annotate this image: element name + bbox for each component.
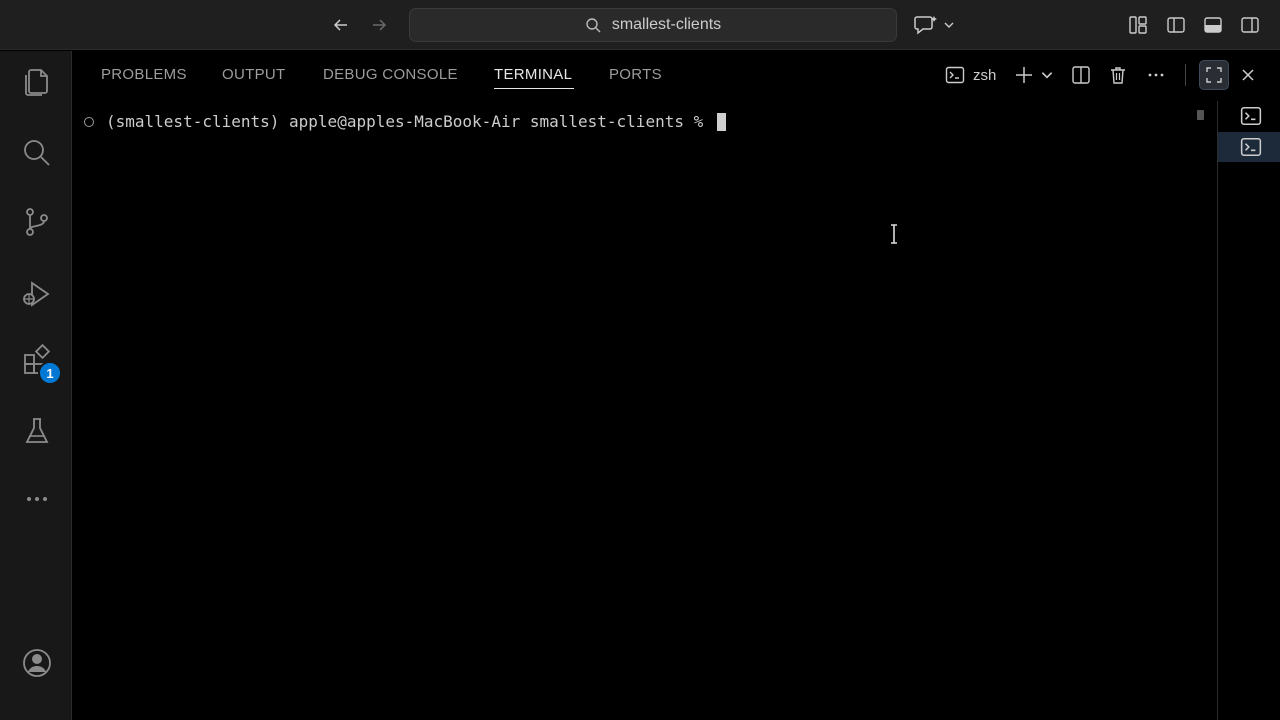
copilot-menu-button[interactable]	[913, 12, 959, 38]
terminal-tab-1[interactable]	[1218, 101, 1280, 131]
maximize-panel-button[interactable]	[1199, 60, 1229, 90]
source-control-button[interactable]	[14, 199, 60, 245]
terminal-icon	[1240, 106, 1262, 126]
arrow-left-icon	[333, 19, 347, 31]
prompt-line: (smallest-clients) apple@apples-MacBook-…	[80, 112, 726, 131]
prompt-text: (smallest-clients) apple@apples-MacBook-…	[106, 112, 713, 131]
run-and-debug-button[interactable]	[14, 271, 60, 317]
ellipsis-icon	[27, 497, 47, 501]
new-terminal-button[interactable]	[1014, 63, 1034, 87]
terminal-scrollbar[interactable]	[1197, 110, 1204, 120]
active-tab-indicator	[494, 88, 574, 89]
terminal-profiles-dropdown[interactable]	[1040, 63, 1054, 87]
toggle-secondary-sidebar-button[interactable]	[1238, 13, 1262, 37]
more-views-button[interactable]	[14, 476, 60, 522]
customize-layout-button[interactable]	[1126, 13, 1150, 37]
files-icon	[25, 69, 48, 96]
tab-terminal[interactable]: TERMINAL	[494, 66, 572, 83]
tab-output[interactable]: OUTPUT	[222, 66, 285, 83]
tab-debug-console[interactable]: DEBUG CONSOLE	[323, 66, 458, 83]
activity-bar: 1	[0, 51, 72, 720]
text-cursor-icon	[891, 224, 897, 244]
title-bar: smallest-clients	[0, 0, 1280, 50]
forward-button[interactable]	[367, 13, 391, 37]
search-icon	[24, 140, 50, 166]
extensions-badge: 1	[38, 361, 62, 385]
toggle-panel-icon	[1204, 17, 1222, 33]
run-debug-icon	[23, 281, 50, 307]
panel-header: PROBLEMS OUTPUT DEBUG CONSOLE TERMINAL P…	[73, 51, 1280, 101]
testing-button[interactable]	[14, 408, 60, 454]
kill-terminal-button[interactable]	[1108, 63, 1128, 87]
toolbar-separator	[1185, 64, 1186, 86]
back-button[interactable]	[329, 13, 353, 37]
split-terminal-button[interactable]	[1071, 63, 1091, 87]
arrow-right-icon	[373, 19, 387, 31]
close-panel-button[interactable]	[1240, 63, 1256, 87]
more-actions-button[interactable]	[1146, 63, 1166, 87]
toggle-primary-sidebar-icon	[1167, 17, 1185, 33]
terminal-shell-selector[interactable]: zsh	[945, 63, 996, 87]
command-center-search[interactable]: smallest-clients	[409, 8, 897, 42]
tab-ports[interactable]: PORTS	[609, 66, 662, 83]
terminal-cursor	[716, 112, 726, 131]
terminal-tabs-list	[1217, 101, 1280, 720]
close-icon	[1242, 69, 1254, 81]
maximize-icon	[1206, 67, 1222, 83]
copilot-icon	[914, 16, 937, 35]
chevron-down-icon	[944, 22, 954, 28]
tab-problems[interactable]: PROBLEMS	[101, 66, 187, 83]
terminal-icon	[945, 66, 965, 84]
shell-label: zsh	[973, 66, 997, 84]
plus-icon	[1016, 67, 1032, 83]
ellipsis-icon	[1148, 73, 1164, 77]
toggle-secondary-sidebar-icon	[1241, 17, 1259, 33]
search-text: smallest-clients	[611, 16, 722, 33]
split-icon	[1072, 66, 1090, 84]
chevron-down-icon	[1041, 72, 1053, 79]
toggle-panel-button[interactable]	[1201, 13, 1225, 37]
terminal-icon	[1240, 137, 1262, 157]
explorer-button[interactable]	[14, 59, 60, 105]
command-decoration-icon	[84, 116, 94, 127]
search-view-button[interactable]	[14, 130, 60, 176]
terminal-output[interactable]: (smallest-clients) apple@apples-MacBook-…	[80, 108, 1200, 708]
customize-layout-icon	[1129, 16, 1147, 34]
source-control-icon	[26, 208, 48, 236]
trash-icon	[1111, 67, 1125, 84]
terminal-tab-2[interactable]	[1218, 132, 1280, 162]
flask-icon	[25, 418, 49, 443]
search-icon	[586, 17, 601, 32]
toggle-primary-sidebar-button[interactable]	[1164, 13, 1188, 37]
accounts-button[interactable]	[14, 640, 60, 686]
account-icon	[23, 649, 51, 677]
